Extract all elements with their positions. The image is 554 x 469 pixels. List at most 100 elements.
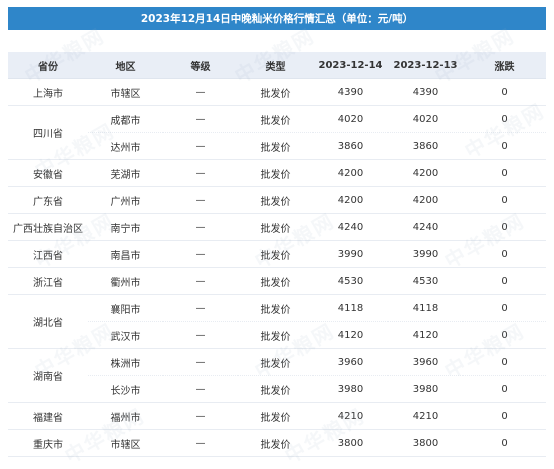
table-row: 重庆市 市辖区 — 批发价 3800 3800 0 — [8, 429, 546, 457]
cell-type: 批发价 — [238, 267, 313, 295]
cell-type: 批发价 — [238, 402, 313, 430]
cell-type: 批发价 — [238, 213, 313, 241]
table-row: 达州市 — 批发价 3860 3860 0 — [8, 132, 546, 160]
cell-change: 0 — [463, 78, 546, 106]
table-row: 湖南省 株洲市 — 批发价 3960 3960 0 — [8, 348, 546, 403]
cell-region: 南昌市 — [88, 240, 163, 268]
cell-province: 安徽省 — [8, 159, 88, 187]
cell-price-prev: 3990 — [388, 240, 463, 268]
cell-region: 福州市 — [88, 402, 163, 430]
cell-price-today: 3980 — [313, 375, 388, 403]
cell-province: 江西省 — [8, 240, 88, 268]
cell-grade: — — [163, 267, 238, 295]
table-title: 2023年12月14日中晚籼米价格行情汇总（单位：元/吨） — [8, 7, 546, 30]
table-row: 武汉市 — 批发价 4120 4120 0 — [8, 321, 546, 349]
cell-change: 0 — [463, 267, 546, 295]
cell-province: 上海市 — [8, 78, 88, 106]
cell-price-today: 3860 — [313, 132, 388, 160]
cell-grade: — — [163, 375, 238, 403]
cell-region: 市辖区 — [88, 429, 163, 457]
cell-price-today: 4210 — [313, 402, 388, 430]
cell-grade: — — [163, 429, 238, 457]
table-row: 湖北省 襄阳市 — 批发价 4118 4118 0 — [8, 294, 546, 349]
cell-price-today: 4200 — [313, 186, 388, 214]
cell-grade: — — [163, 78, 238, 106]
cell-change: 0 — [463, 186, 546, 214]
cell-price-prev: 3960 — [388, 348, 463, 376]
header-date-prev: 2023-12-13 — [388, 52, 463, 79]
cell-price-prev: 4530 — [388, 267, 463, 295]
cell-change: 0 — [463, 159, 546, 187]
table-row: 四川省 成都市 — 批发价 4020 4020 0 — [8, 105, 546, 160]
cell-price-prev: 4390 — [388, 78, 463, 106]
cell-price-today: 4020 — [313, 105, 388, 133]
price-table: 省份 地区 等级 类型 2023-12-14 2023-12-13 涨跌 上海市… — [8, 52, 546, 457]
cell-grade: — — [163, 294, 238, 322]
cell-type: 批发价 — [238, 132, 313, 160]
cell-grade: — — [163, 240, 238, 268]
cell-change: 0 — [463, 321, 546, 349]
cell-grade: — — [163, 186, 238, 214]
cell-price-prev: 4240 — [388, 213, 463, 241]
cell-price-today: 4240 — [313, 213, 388, 241]
cell-price-today: 4390 — [313, 78, 388, 106]
cell-region: 襄阳市 — [88, 294, 163, 322]
cell-change: 0 — [463, 375, 546, 403]
header-date-today: 2023-12-14 — [313, 52, 388, 79]
table-row: 广西壮族自治区 南宁市 — 批发价 4240 4240 0 — [8, 213, 546, 241]
cell-region: 市辖区 — [88, 78, 163, 106]
cell-grade: — — [163, 213, 238, 241]
cell-price-prev: 4118 — [388, 294, 463, 322]
table-row: 上海市 市辖区 — 批发价 4390 4390 0 — [8, 78, 546, 106]
cell-type: 批发价 — [238, 429, 313, 457]
cell-region: 株洲市 — [88, 348, 163, 376]
header-region: 地区 — [88, 52, 163, 79]
cell-change: 0 — [463, 213, 546, 241]
cell-province: 福建省 — [8, 402, 88, 430]
cell-price-prev: 3800 — [388, 429, 463, 457]
cell-price-today: 4120 — [313, 321, 388, 349]
header-change: 涨跌 — [463, 52, 546, 79]
cell-change: 0 — [463, 429, 546, 457]
cell-type: 批发价 — [238, 375, 313, 403]
cell-province: 重庆市 — [8, 429, 88, 457]
header-row: 省份 地区 等级 类型 2023-12-14 2023-12-13 涨跌 — [8, 52, 546, 79]
cell-region: 广州市 — [88, 186, 163, 214]
cell-type: 批发价 — [238, 240, 313, 268]
table-row: 浙江省 衢州市 — 批发价 4530 4530 0 — [8, 267, 546, 295]
cell-grade: — — [163, 159, 238, 187]
cell-price-today: 3960 — [313, 348, 388, 376]
cell-type: 批发价 — [238, 348, 313, 376]
cell-region: 长沙市 — [88, 375, 163, 403]
cell-price-prev: 4020 — [388, 105, 463, 133]
header-grade: 等级 — [163, 52, 238, 79]
cell-change: 0 — [463, 402, 546, 430]
cell-province: 广东省 — [8, 186, 88, 214]
table-row: 长沙市 — 批发价 3980 3980 0 — [8, 375, 546, 403]
cell-type: 批发价 — [238, 159, 313, 187]
cell-type: 批发价 — [238, 105, 313, 133]
cell-grade: — — [163, 105, 238, 133]
table-row: 江西省 南昌市 — 批发价 3990 3990 0 — [8, 240, 546, 268]
cell-change: 0 — [463, 240, 546, 268]
cell-province: 四川省 — [8, 105, 88, 160]
cell-region: 南宁市 — [88, 213, 163, 241]
cell-price-today: 3990 — [313, 240, 388, 268]
header-type: 类型 — [238, 52, 313, 79]
cell-price-today: 3800 — [313, 429, 388, 457]
table-row: 广东省 广州市 — 批发价 4200 4200 0 — [8, 186, 546, 214]
cell-region: 成都市 — [88, 105, 163, 133]
cell-province: 广西壮族自治区 — [8, 213, 88, 241]
cell-type: 批发价 — [238, 186, 313, 214]
cell-price-today: 4530 — [313, 267, 388, 295]
header-province: 省份 — [8, 52, 88, 79]
cell-change: 0 — [463, 294, 546, 322]
cell-price-prev: 4210 — [388, 402, 463, 430]
cell-change: 0 — [463, 105, 546, 133]
cell-region: 达州市 — [88, 132, 163, 160]
cell-province: 湖南省 — [8, 348, 88, 403]
cell-region: 衢州市 — [88, 267, 163, 295]
cell-price-prev: 3980 — [388, 375, 463, 403]
cell-change: 0 — [463, 348, 546, 376]
cell-price-today: 4118 — [313, 294, 388, 322]
